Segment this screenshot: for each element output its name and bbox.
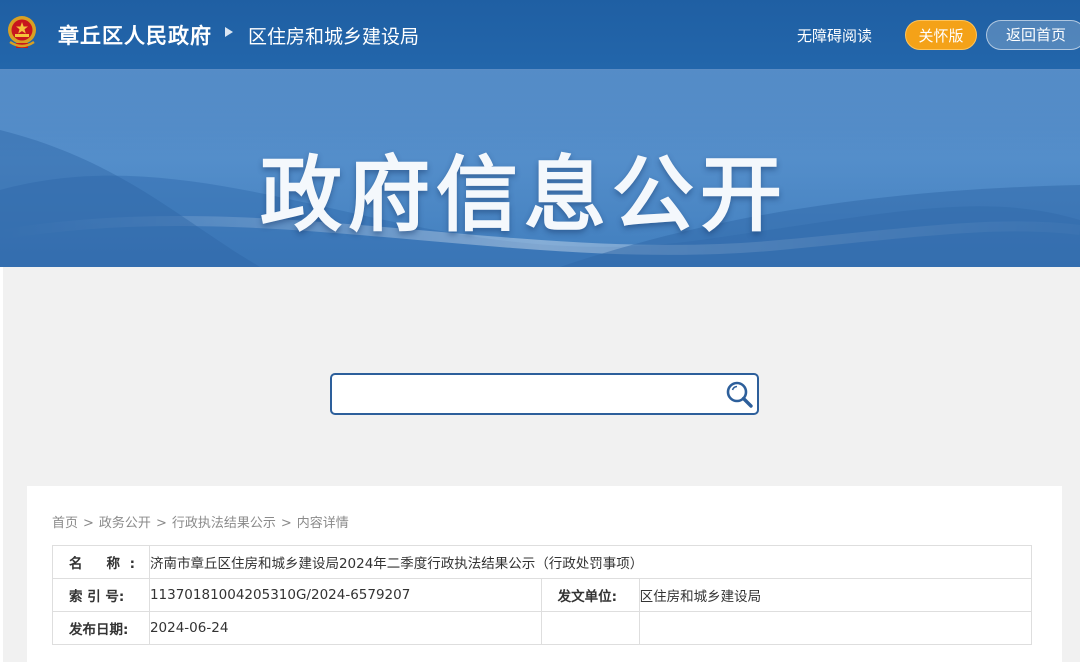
accessibility-reading-link[interactable]: 无障碍阅读: [797, 25, 872, 46]
left-edge-strip: [0, 267, 3, 662]
table-row: 发布日期: 2024-06-24: [52, 611, 1033, 645]
breadcrumb-arrow-icon: [225, 27, 233, 37]
search-input[interactable]: [340, 381, 710, 407]
table-row: 名 称: 济南市章丘区住房和城乡建设局2024年二季度行政执法结果公示（行政处罚…: [52, 545, 1033, 579]
date-value: 2024-06-24: [148, 611, 542, 645]
banner: 政府信息公开: [0, 70, 1080, 267]
document-info-table: 名 称: 济南市章丘区住房和城乡建设局2024年二季度行政执法结果公示（行政处罚…: [52, 545, 1033, 645]
site-title[interactable]: 章丘区人民政府: [58, 20, 212, 50]
issuer-label: 发文单位:: [540, 578, 640, 612]
name-label: 名 称:: [52, 545, 150, 579]
issuer-value: 区住房和城乡建设局: [638, 578, 1033, 612]
department-name[interactable]: 区住房和城乡建设局: [248, 22, 419, 49]
banner-title: 政府信息公开: [259, 148, 788, 243]
date-label: 发布日期:: [52, 611, 150, 645]
breadcrumb-home[interactable]: 首页: [52, 516, 78, 531]
breadcrumb: 首页 > 政务公开 > 行政执法结果公示 > 内容详情: [52, 512, 349, 531]
breadcrumb-government-affairs[interactable]: 政务公开: [99, 516, 151, 531]
elder-mode-button[interactable]: 关怀版: [905, 20, 977, 50]
breadcrumb-separator: >: [155, 516, 167, 531]
national-emblem-icon: [8, 16, 36, 48]
index-value: 11370181004205310G/2024-6579207: [148, 578, 542, 612]
breadcrumb-separator: >: [280, 516, 292, 531]
empty-cell: [540, 611, 640, 645]
table-row: 索 引 号: 11370181004205310G/2024-6579207 发…: [52, 578, 1033, 612]
search-icon[interactable]: [724, 379, 756, 411]
index-label: 索 引 号:: [52, 578, 150, 612]
content-card: 首页 > 政务公开 > 行政执法结果公示 > 内容详情 名 称: 济南市章丘区住房和城乡建设…: [27, 486, 1062, 662]
search-box[interactable]: [330, 373, 759, 415]
breadcrumb-enforcement-results[interactable]: 行政执法结果公示: [172, 516, 276, 531]
top-header: 章丘区人民政府 区住房和城乡建设局 无障碍阅读 关怀版 返回首页: [0, 0, 1080, 70]
return-home-button[interactable]: 返回首页: [986, 20, 1080, 50]
breadcrumb-content-detail: 内容详情: [296, 516, 349, 531]
name-value: 济南市章丘区住房和城乡建设局2024年二季度行政执法结果公示（行政处罚事项）: [148, 545, 1033, 579]
breadcrumb-separator: >: [83, 516, 94, 531]
empty-cell: [638, 611, 1033, 645]
